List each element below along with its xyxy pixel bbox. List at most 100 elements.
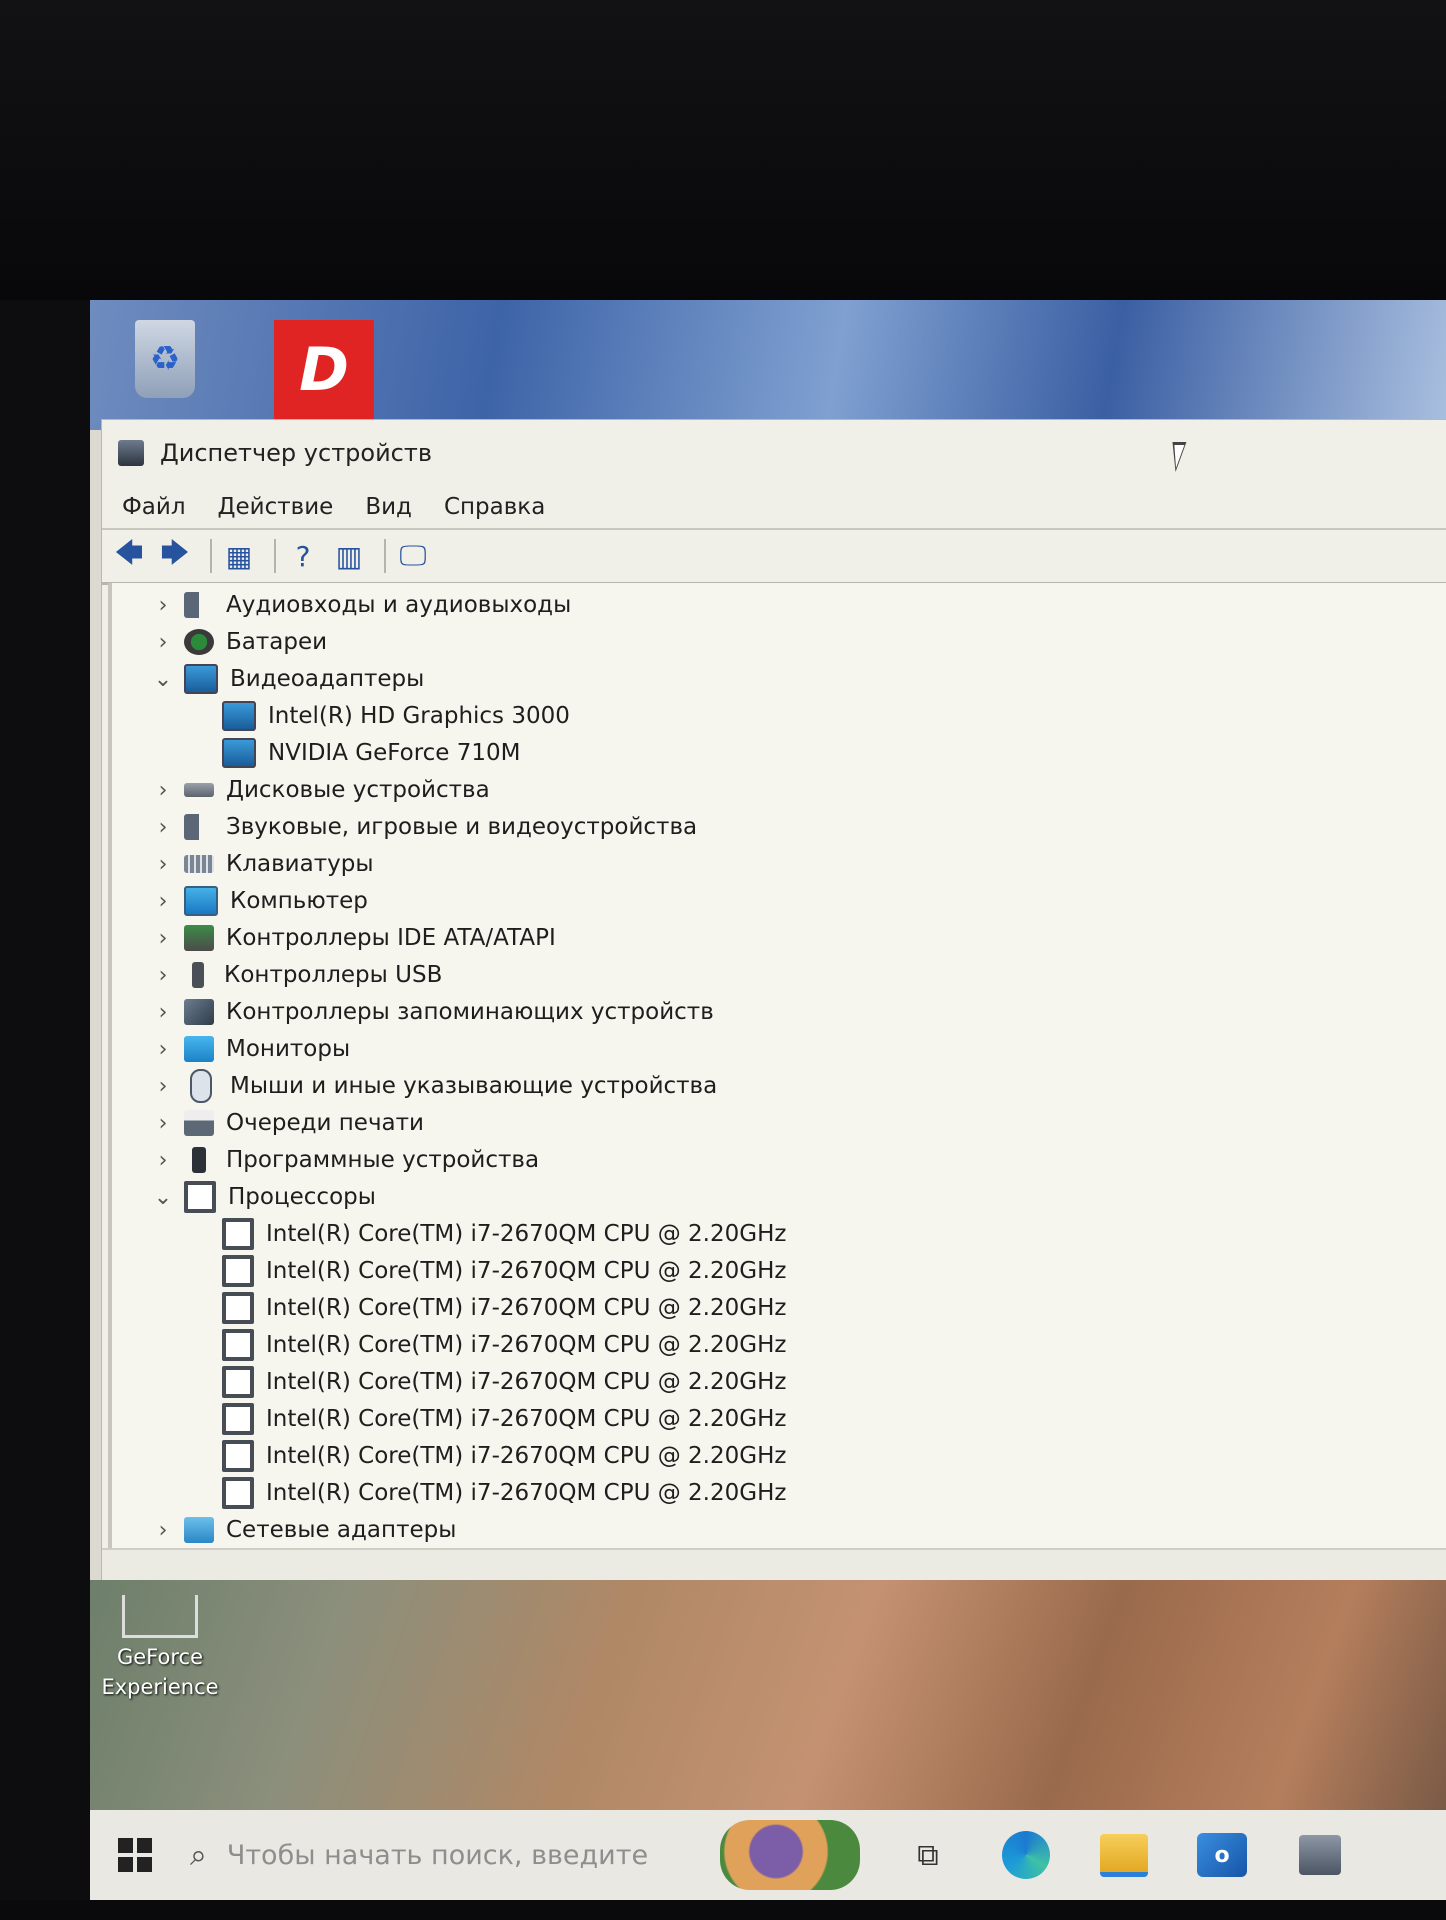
tree-category[interactable]: › Мыши и иные указывающие устройства bbox=[150, 1069, 717, 1103]
tree-category[interactable]: › Клавиатуры bbox=[150, 848, 374, 880]
tree-category[interactable]: ⌄ Видеоадаптеры bbox=[150, 663, 424, 695]
show-action-pane-icon[interactable]: ▥ bbox=[330, 539, 368, 573]
sound-icon bbox=[184, 814, 214, 840]
device-manager-taskbar-button[interactable] bbox=[1290, 1825, 1350, 1885]
tree-category[interactable]: › Сетевые адаптеры bbox=[150, 1514, 456, 1546]
outlook-button[interactable]: o bbox=[1192, 1825, 1252, 1885]
task-view-icon[interactable]: ⧉ bbox=[898, 1825, 958, 1885]
menu-view[interactable]: Вид bbox=[365, 494, 412, 520]
chevron-right-icon[interactable]: › bbox=[150, 963, 176, 988]
tree-category[interactable]: › Компьютер bbox=[150, 885, 368, 917]
desktop-icon-recycle-bin[interactable]: ♻ bbox=[125, 320, 205, 410]
tree-category-label: Мониторы bbox=[226, 1036, 351, 1062]
processor-icon bbox=[222, 1403, 254, 1435]
device-manager-window: Диспетчер устройств Файл Действие Вид Сп… bbox=[102, 420, 1446, 1600]
tree-device[interactable]: Intel(R) Core(TM) i7-2670QM CPU @ 2.20GH… bbox=[214, 1440, 786, 1472]
tree-category[interactable]: › Контроллеры запоминающих устройств bbox=[150, 996, 714, 1028]
chevron-right-icon[interactable]: › bbox=[150, 1037, 176, 1062]
tree-category[interactable]: › Звуковые, игровые и видеоустройства bbox=[150, 811, 697, 843]
tree-device-label: Intel(R) Core(TM) i7-2670QM CPU @ 2.20GH… bbox=[266, 1406, 787, 1432]
chevron-down-icon[interactable]: ⌄ bbox=[150, 1185, 176, 1210]
edge-browser-button[interactable] bbox=[996, 1825, 1056, 1885]
chevron-right-icon[interactable]: › bbox=[150, 1111, 176, 1136]
chevron-right-icon[interactable]: › bbox=[150, 889, 176, 914]
tree-category-label: Компьютер bbox=[230, 888, 368, 914]
help-icon[interactable]: ? bbox=[284, 539, 322, 573]
tree-category[interactable]: › Контроллеры USB bbox=[150, 959, 442, 991]
desktop-icon-geforce-experience[interactable]: GeForce Experience bbox=[100, 1595, 220, 1702]
processor-icon bbox=[222, 1255, 254, 1287]
tree-category-label: Программные устройства bbox=[226, 1147, 540, 1173]
menu-action[interactable]: Действие bbox=[218, 494, 334, 520]
mouse-icon bbox=[190, 1069, 212, 1103]
tree-device[interactable]: Intel(R) Core(TM) i7-2670QM CPU @ 2.20GH… bbox=[214, 1477, 786, 1509]
menu-file[interactable]: Файл bbox=[122, 494, 186, 520]
chevron-down-icon[interactable]: ⌄ bbox=[150, 667, 176, 692]
tree-device-label: Intel(R) Core(TM) i7-2670QM CPU @ 2.20GH… bbox=[266, 1332, 787, 1358]
screen: ♻ D Диспетчер устройств Файл Действие Ви… bbox=[90, 300, 1446, 1900]
taskbar-search-box[interactable]: ⌕ Чтобы начать поиск, введите bbox=[180, 1810, 710, 1900]
printer-icon bbox=[184, 1110, 214, 1136]
menu-bar: Файл Действие Вид Справка bbox=[102, 486, 1446, 530]
ide-controller-icon bbox=[184, 925, 214, 951]
menu-help[interactable]: Справка bbox=[444, 494, 545, 520]
forward-arrow-icon[interactable]: 🡆 bbox=[156, 536, 194, 573]
chevron-right-icon[interactable]: › bbox=[150, 926, 176, 951]
device-tree: › Аудиовходы и аудиовыходы › Батареи ⌄ Видеоа… bbox=[108, 583, 1446, 1550]
tree-device[interactable]: Intel(R) Core(TM) i7-2670QM CPU @ 2.20GH… bbox=[214, 1218, 786, 1250]
back-arrow-icon[interactable]: 🡄 bbox=[110, 536, 148, 573]
chevron-right-icon[interactable]: › bbox=[150, 852, 176, 877]
title-bar[interactable]: Диспетчер устройств bbox=[102, 420, 1446, 486]
windows-logo-icon bbox=[118, 1838, 152, 1872]
mouse-cursor-icon bbox=[1161, 442, 1187, 472]
d-logo-icon: D bbox=[299, 335, 349, 405]
recycle-bin-icon: ♻ bbox=[135, 320, 195, 398]
file-explorer-button[interactable] bbox=[1094, 1825, 1154, 1885]
tree-category-label: Процессоры bbox=[228, 1184, 376, 1210]
show-hide-console-tree-icon[interactable]: ▦ bbox=[220, 539, 258, 573]
weather-widget-icon[interactable] bbox=[720, 1820, 860, 1890]
tree-category-label: Контроллеры IDE ATA/ATAPI bbox=[226, 925, 556, 951]
tree-device[interactable]: Intel(R) HD Graphics 3000 bbox=[214, 700, 570, 732]
tree-category[interactable]: › Очереди печати bbox=[150, 1107, 424, 1139]
chevron-right-icon[interactable]: › bbox=[150, 593, 176, 618]
tree-device-label: Intel(R) Core(TM) i7-2670QM CPU @ 2.20GH… bbox=[266, 1369, 787, 1395]
outlook-icon: o bbox=[1197, 1833, 1247, 1877]
tree-category[interactable]: ⌄ Процессоры bbox=[150, 1181, 376, 1213]
tree-category[interactable]: › Мониторы bbox=[150, 1033, 350, 1065]
tree-device[interactable]: Intel(R) Core(TM) i7-2670QM CPU @ 2.20GH… bbox=[214, 1255, 786, 1287]
keyboard-icon bbox=[184, 855, 214, 873]
tree-device-label: Intel(R) Core(TM) i7-2670QM CPU @ 2.20GH… bbox=[266, 1480, 787, 1506]
tree-device[interactable]: Intel(R) Core(TM) i7-2670QM CPU @ 2.20GH… bbox=[214, 1403, 786, 1435]
tree-category[interactable]: › Контроллеры IDE ATA/ATAPI bbox=[150, 922, 556, 954]
chevron-right-icon[interactable]: › bbox=[150, 1148, 176, 1173]
tree-device[interactable]: NVIDIA GeForce 710M bbox=[214, 737, 521, 769]
chevron-right-icon[interactable]: › bbox=[150, 1074, 176, 1099]
toolbar: 🡄 🡆 ▦ ? ▥ 🖵 bbox=[102, 530, 1446, 585]
chevron-right-icon[interactable]: › bbox=[150, 1518, 176, 1543]
tree-category[interactable]: › Аудиовходы и аудиовыходы bbox=[150, 589, 571, 621]
processor-icon bbox=[222, 1366, 254, 1398]
tree-device[interactable]: Intel(R) Core(TM) i7-2670QM CPU @ 2.20GH… bbox=[214, 1329, 786, 1361]
disk-drive-icon bbox=[184, 783, 214, 797]
chevron-right-icon[interactable]: › bbox=[150, 630, 176, 655]
tree-category[interactable]: › Дисковые устройства bbox=[150, 774, 490, 806]
processor-icon bbox=[222, 1477, 254, 1509]
scan-hardware-changes-icon[interactable]: 🖵 bbox=[394, 539, 432, 573]
display-adapter-icon bbox=[184, 664, 218, 694]
chevron-right-icon[interactable]: › bbox=[150, 778, 176, 803]
processor-icon bbox=[222, 1440, 254, 1472]
start-button[interactable] bbox=[90, 1810, 180, 1900]
computer-icon bbox=[184, 886, 218, 916]
tree-category[interactable]: › Батареи bbox=[150, 626, 327, 658]
tree-device-label: Intel(R) HD Graphics 3000 bbox=[268, 703, 570, 729]
tree-category-label: Очереди печати bbox=[226, 1110, 424, 1136]
chevron-right-icon[interactable]: › bbox=[150, 1000, 176, 1025]
battery-icon bbox=[184, 629, 214, 655]
tree-device-label: NVIDIA GeForce 710M bbox=[268, 740, 521, 766]
chevron-right-icon[interactable]: › bbox=[150, 815, 176, 840]
tree-device[interactable]: Intel(R) Core(TM) i7-2670QM CPU @ 2.20GH… bbox=[214, 1292, 786, 1324]
tree-category[interactable]: › Программные устройства bbox=[150, 1144, 539, 1176]
tree-device[interactable]: Intel(R) Core(TM) i7-2670QM CPU @ 2.20GH… bbox=[214, 1366, 786, 1398]
desktop-icon-d-shortcut[interactable]: D bbox=[274, 320, 374, 420]
